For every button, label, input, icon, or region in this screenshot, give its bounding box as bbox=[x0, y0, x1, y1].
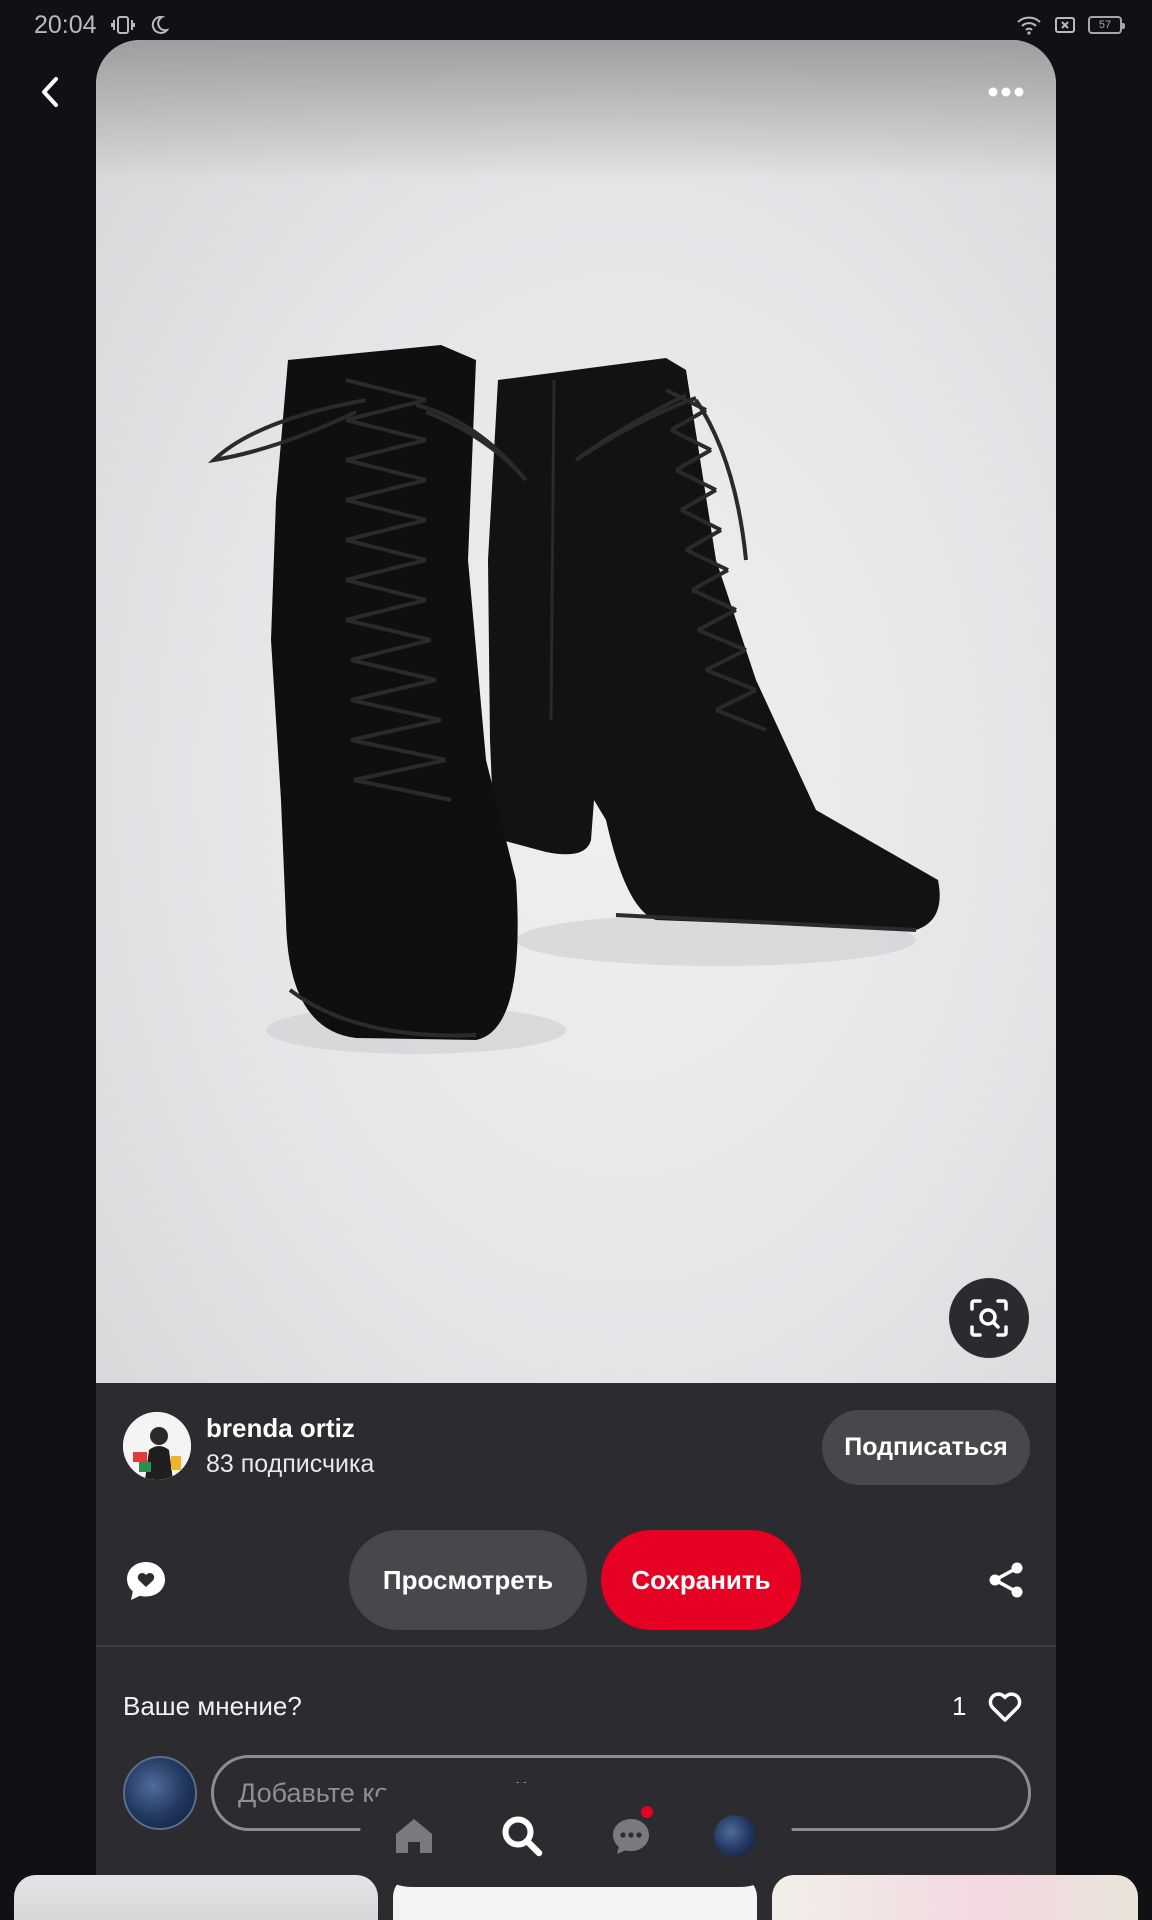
heart-outline-icon[interactable] bbox=[987, 1689, 1023, 1723]
creator-row: brenda ortiz 83 подписчика Подписаться bbox=[96, 1383, 1056, 1513]
chat-icon bbox=[613, 1819, 649, 1854]
creator-avatar[interactable] bbox=[123, 1412, 191, 1480]
more-options-button[interactable] bbox=[980, 70, 1032, 114]
visual-search-icon bbox=[970, 1299, 1008, 1337]
pin-card: brenda ortiz 83 подписчика Подписаться П… bbox=[96, 40, 1056, 1920]
creator-followers: 83 подписчика bbox=[206, 1450, 375, 1478]
bottom-nav bbox=[360, 1783, 792, 1887]
divider bbox=[96, 1645, 1056, 1647]
more-horizontal-icon bbox=[988, 87, 1024, 97]
nav-profile-avatar[interactable] bbox=[714, 1815, 756, 1857]
sim-off-icon bbox=[1055, 17, 1075, 33]
creator-avatar-image bbox=[123, 1412, 191, 1480]
nav-messages[interactable] bbox=[608, 1813, 654, 1859]
share-icon[interactable] bbox=[986, 1560, 1026, 1600]
like-count: 1 bbox=[952, 1691, 967, 1721]
visual-search-button[interactable] bbox=[949, 1278, 1029, 1358]
status-time: 20:04 bbox=[34, 10, 97, 39]
chevron-left-icon bbox=[42, 77, 58, 107]
next-pin-thumbnail[interactable] bbox=[772, 1875, 1138, 1920]
status-left: 20:04 bbox=[34, 11, 169, 40]
wifi-icon bbox=[1017, 16, 1041, 35]
home-icon bbox=[396, 1819, 432, 1853]
comment-heart-icon[interactable] bbox=[123, 1558, 169, 1604]
notification-dot bbox=[641, 1806, 653, 1818]
vibrate-icon bbox=[110, 16, 135, 34]
creator-name[interactable]: brenda ortiz bbox=[206, 1413, 355, 1444]
battery-level: 57 bbox=[1098, 19, 1112, 31]
actions-row: Просмотреть Сохранить bbox=[96, 1513, 1056, 1646]
view-button[interactable]: Просмотреть bbox=[349, 1530, 587, 1630]
nav-home[interactable] bbox=[391, 1813, 437, 1859]
comments-prompt: Ваше мнение? bbox=[123, 1691, 302, 1721]
search-icon bbox=[502, 1816, 543, 1857]
boots-illustration bbox=[207, 345, 940, 1054]
next-pin-thumbnail[interactable] bbox=[14, 1875, 378, 1920]
battery-indicator: 57 bbox=[1088, 16, 1125, 34]
my-avatar bbox=[123, 1756, 197, 1830]
back-button[interactable] bbox=[28, 70, 72, 114]
follow-button[interactable]: Подписаться bbox=[822, 1410, 1030, 1485]
moon-icon bbox=[151, 15, 169, 34]
status-right: 57 bbox=[1016, 15, 1125, 35]
nav-search[interactable] bbox=[499, 1813, 545, 1859]
save-button[interactable]: Сохранить bbox=[601, 1530, 801, 1630]
pin-image[interactable] bbox=[96, 40, 1056, 1383]
